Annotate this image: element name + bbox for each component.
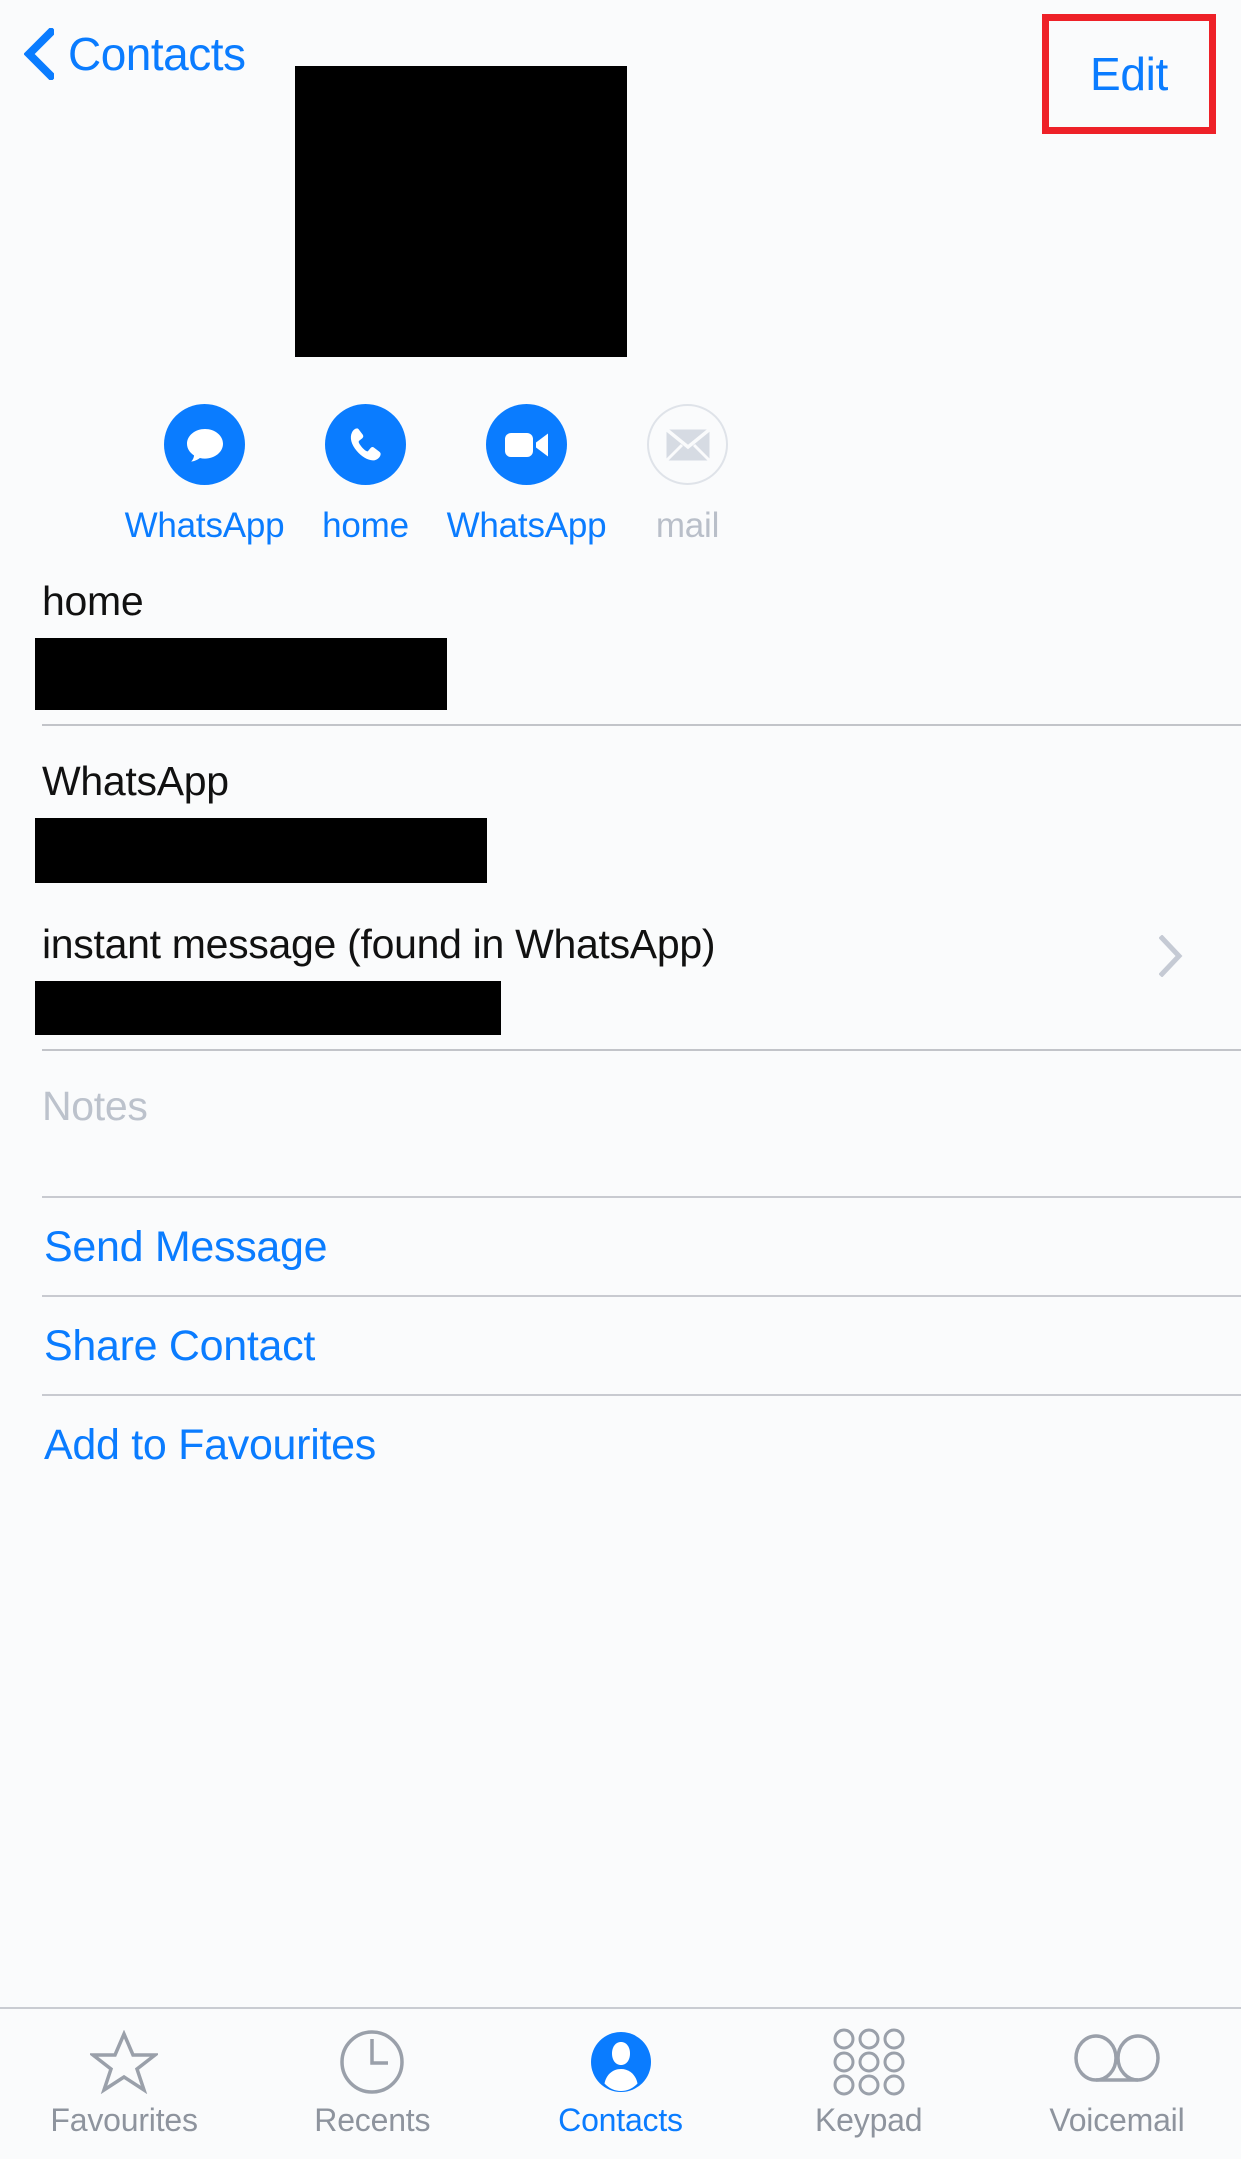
edit-button-highlight: Edit (1042, 14, 1216, 134)
share-contact-label: Share Contact (44, 1321, 315, 1370)
envelope-icon (647, 404, 728, 485)
contact-fields: home WhatsApp instant message (found in … (0, 568, 1241, 1493)
clock-icon (339, 2029, 405, 2095)
share-contact-button[interactable]: Share Contact (0, 1297, 1241, 1394)
field-value-redacted (35, 981, 501, 1035)
action-label: WhatsApp (446, 506, 607, 545)
send-message-button[interactable]: Send Message (0, 1198, 1241, 1295)
edit-button[interactable]: Edit (1090, 48, 1168, 100)
person-icon (590, 2029, 652, 2095)
chevron-right-icon (1159, 935, 1183, 977)
message-bubble-icon (164, 404, 245, 485)
tab-label: Voicemail (1049, 2102, 1185, 2138)
action-label: home (322, 506, 409, 545)
action-label: mail (655, 506, 720, 545)
tab-label: Contacts (558, 2102, 683, 2138)
keypad-dots-icon (832, 2028, 906, 2096)
phone-icon (325, 404, 406, 485)
field-label: instant message (found in WhatsApp) (42, 921, 716, 967)
send-message-label: Send Message (44, 1222, 328, 1271)
tab-label: Keypad (815, 2102, 923, 2138)
field-row-home[interactable]: home (0, 568, 1241, 710)
back-button-label: Contacts (68, 28, 246, 80)
add-to-favourites-label: Add to Favourites (44, 1420, 376, 1469)
contact-action-row: WhatsApp home WhatsApp mail (0, 404, 1241, 546)
add-to-favourites-button[interactable]: Add to Favourites (0, 1396, 1241, 1493)
tab-label: Favourites (50, 2102, 198, 2138)
action-button-video[interactable]: WhatsApp (446, 404, 607, 546)
action-button-mail: mail (607, 404, 768, 546)
back-button[interactable]: Contacts (24, 28, 246, 80)
notes-placeholder: Notes (42, 1083, 148, 1129)
field-value-redacted (35, 638, 447, 710)
tab-keypad[interactable]: Keypad (745, 2009, 993, 2139)
chevron-left-icon (24, 28, 54, 80)
notes-field[interactable]: Notes (0, 1051, 1241, 1196)
action-button-call[interactable]: home (285, 404, 446, 546)
tab-label: Recents (314, 2102, 431, 2138)
tab-favourites[interactable]: Favourites (0, 2009, 248, 2139)
field-value-redacted (35, 818, 487, 883)
video-camera-icon (486, 404, 567, 485)
tab-bar: Favourites Recents Contacts Keypad Voice… (0, 2007, 1241, 2159)
star-icon (90, 2029, 159, 2095)
field-row-instant-message[interactable]: instant message (found in WhatsApp) (0, 883, 1241, 1035)
contact-detail-screen: Contacts Edit WhatsApp home WhatsApp mai… (0, 0, 1241, 2159)
contact-photo-redacted (295, 66, 627, 357)
voicemail-icon (1074, 2029, 1160, 2095)
action-button-message[interactable]: WhatsApp (124, 404, 285, 546)
action-label: WhatsApp (124, 506, 285, 545)
tab-voicemail[interactable]: Voicemail (993, 2009, 1241, 2139)
tab-contacts[interactable]: Contacts (496, 2009, 744, 2139)
tab-recents[interactable]: Recents (248, 2009, 496, 2139)
field-label: home (42, 578, 144, 624)
field-row-whatsapp[interactable]: WhatsApp (0, 726, 1241, 883)
field-label: WhatsApp (42, 758, 229, 804)
